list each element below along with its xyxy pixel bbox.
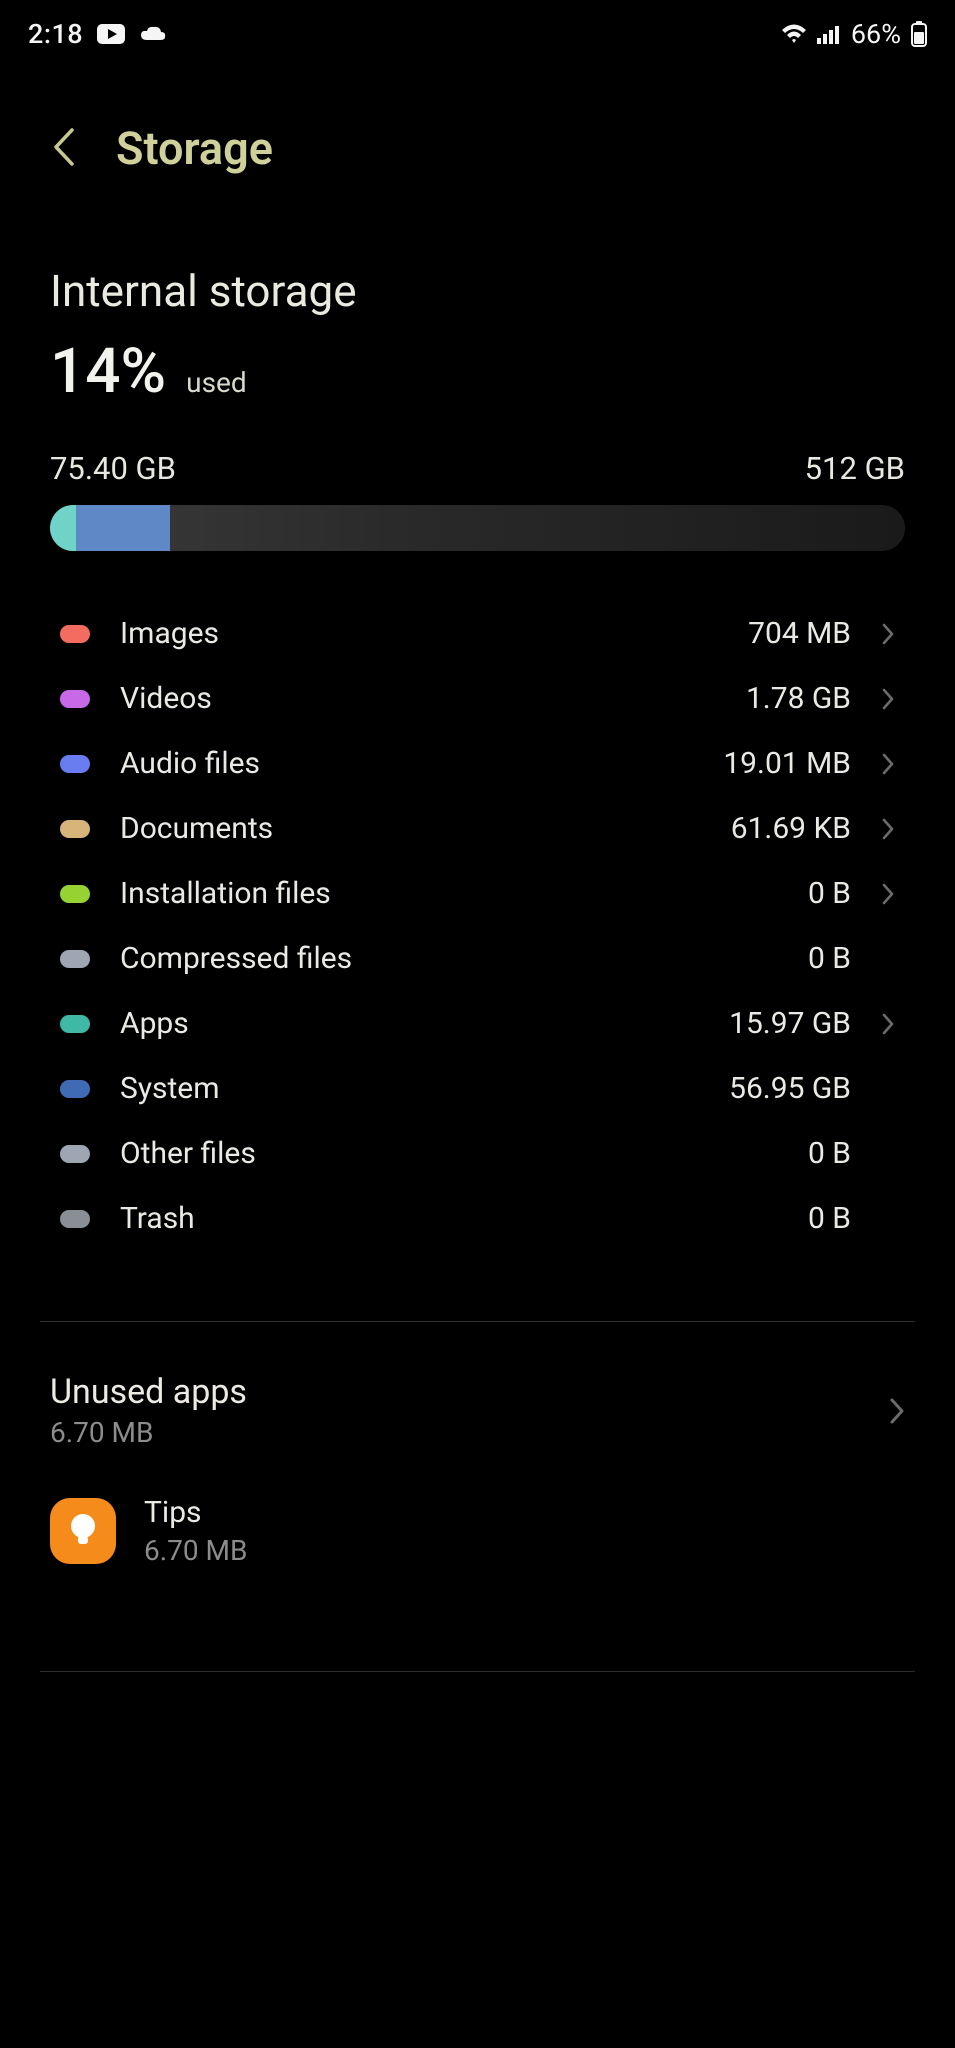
category-row-trash: Trash0 B [60, 1186, 895, 1251]
divider [40, 1671, 915, 1672]
category-size: 0 B [808, 1201, 851, 1236]
used-size: 75.40 GB [50, 450, 176, 487]
category-size: 0 B [808, 941, 851, 976]
battery-percent: 66% [851, 18, 901, 50]
category-row-apps[interactable]: Apps15.97 GB [60, 991, 895, 1056]
chevron-right-icon [851, 622, 895, 646]
category-size: 19.01 MB [723, 746, 851, 781]
chevron-right-icon [851, 1012, 895, 1036]
category-label: Trash [120, 1201, 808, 1236]
page-title: Storage [116, 122, 273, 175]
category-color-pill [60, 1080, 90, 1098]
unused-apps-section: Unused apps 6.70 MB Tips 6.70 MB [0, 1322, 955, 1597]
lightbulb-icon [50, 1498, 116, 1564]
category-label: Installation files [120, 876, 808, 911]
battery-icon [911, 21, 927, 47]
app-name: Tips [144, 1495, 247, 1530]
category-size: 56.95 GB [729, 1071, 851, 1106]
progress-segment [50, 505, 76, 551]
status-bar: 2:18 66% [0, 0, 955, 60]
category-color-pill [60, 755, 90, 773]
category-label: System [120, 1071, 729, 1106]
signal-icon [817, 24, 841, 44]
size-row: 75.40 GB 512 GB [50, 450, 905, 487]
category-color-pill [60, 820, 90, 838]
wifi-icon [781, 23, 807, 45]
category-label: Audio files [120, 746, 723, 781]
unused-apps-title: Unused apps [50, 1372, 861, 1412]
category-row-documents[interactable]: Documents61.69 KB [60, 796, 895, 861]
storage-progress-bar [50, 505, 905, 551]
used-percent: 14% [50, 335, 166, 408]
app-size: 6.70 MB [144, 1534, 247, 1567]
category-row-system: System56.95 GB [60, 1056, 895, 1121]
category-label: Apps [120, 1006, 729, 1041]
back-button[interactable] [50, 126, 76, 172]
category-color-pill [60, 1210, 90, 1228]
category-size: 1.78 GB [746, 681, 851, 716]
category-label: Compressed files [120, 941, 808, 976]
youtube-icon [97, 24, 125, 44]
category-color-pill [60, 885, 90, 903]
category-size: 704 MB [748, 616, 851, 651]
category-row-other-files: Other files0 B [60, 1121, 895, 1186]
category-row-images[interactable]: Images704 MB [60, 601, 895, 666]
category-row-audio-files[interactable]: Audio files19.01 MB [60, 731, 895, 796]
category-color-pill [60, 1145, 90, 1163]
chevron-right-icon [861, 1397, 905, 1425]
unused-apps-size: 6.70 MB [50, 1416, 861, 1449]
category-size: 0 B [808, 876, 851, 911]
category-label: Documents [120, 811, 731, 846]
percent-row: 14% used [50, 335, 905, 408]
category-label: Videos [120, 681, 746, 716]
chevron-right-icon [851, 687, 895, 711]
category-size: 0 B [808, 1136, 851, 1171]
category-color-pill [60, 690, 90, 708]
status-right: 66% [781, 18, 927, 50]
used-label: used [186, 366, 247, 405]
category-label: Images [120, 616, 748, 651]
chevron-right-icon [851, 882, 895, 906]
category-row-videos[interactable]: Videos1.78 GB [60, 666, 895, 731]
internal-storage-section: Internal storage 14% used 75.40 GB 512 G… [0, 205, 955, 551]
category-size: 61.69 KB [731, 811, 851, 846]
internal-storage-title: Internal storage [50, 265, 905, 317]
category-row-installation-files[interactable]: Installation files0 B [60, 861, 895, 926]
progress-segment [76, 505, 170, 551]
status-left: 2:18 [28, 18, 167, 50]
category-row-compressed-files: Compressed files0 B [60, 926, 895, 991]
page-header: Storage [0, 60, 955, 205]
total-size: 512 GB [805, 450, 905, 487]
category-size: 15.97 GB [729, 1006, 851, 1041]
category-color-pill [60, 1015, 90, 1033]
category-color-pill [60, 625, 90, 643]
unused-apps-row[interactable]: Unused apps 6.70 MB [50, 1372, 905, 1449]
category-list: Images704 MBVideos1.78 GBAudio files19.0… [0, 551, 955, 1291]
cloud-icon [139, 24, 167, 44]
category-color-pill [60, 950, 90, 968]
unused-app-row[interactable]: Tips 6.70 MB [50, 1449, 905, 1567]
chevron-right-icon [851, 752, 895, 776]
status-time: 2:18 [28, 18, 83, 50]
category-label: Other files [120, 1136, 808, 1171]
chevron-right-icon [851, 817, 895, 841]
